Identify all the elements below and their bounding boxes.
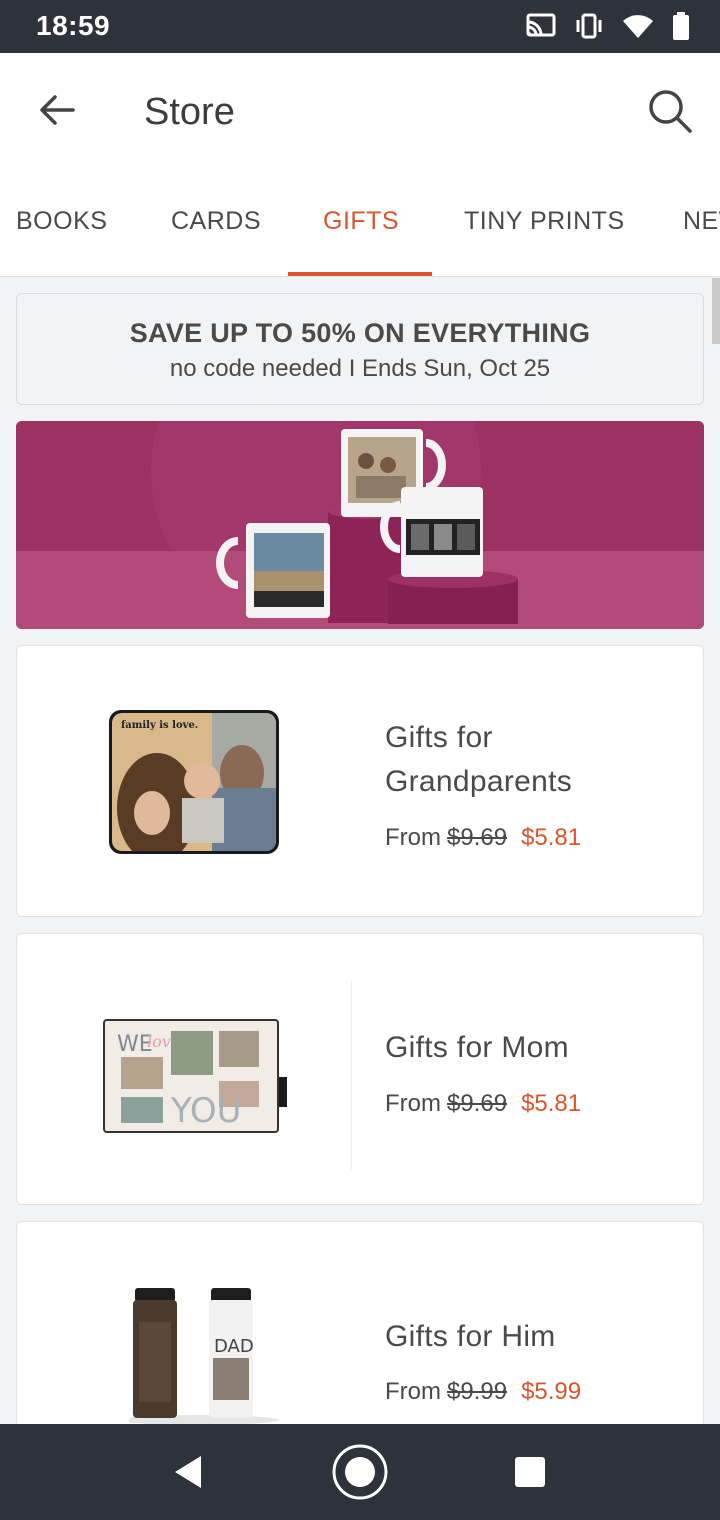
sale-price: $5.81 (521, 1090, 582, 1117)
product-image-him: DAD (119, 1286, 289, 1426)
nav-back-button[interactable] (158, 1442, 218, 1502)
nav-home-button[interactable] (330, 1442, 390, 1502)
product-card-him[interactable]: DAD Gifts for Him From $9.99 $5.99 (16, 1221, 704, 1441)
mugs-illustration (16, 421, 704, 629)
status-bar: 18:59 (0, 0, 720, 53)
nav-home-icon (332, 1444, 388, 1500)
photo-caption: family is love. (121, 720, 199, 731)
tab-new[interactable]: NEW (683, 207, 720, 236)
promo-subline: no code needed I Ends Sun, Oct 25 (169, 355, 551, 382)
product-card-mom[interactable]: WE love YOU Gifts for Mom From $9.69 $5.81 (16, 933, 704, 1205)
sale-price: $5.81 (521, 824, 582, 851)
promo-banner[interactable]: SAVE UP TO 50% ON EVERYTHING no code nee… (16, 293, 704, 405)
tab-tiny-prints[interactable]: TINY PRINTS (464, 207, 625, 236)
app-bar: Store (0, 53, 720, 171)
tab-indicator (288, 272, 432, 276)
wifi-icon (623, 15, 653, 39)
svg-text:YOU: YOU (170, 1091, 242, 1131)
back-button[interactable] (30, 83, 84, 137)
product-name: Gifts for Him (385, 1320, 556, 1353)
nav-recents-icon (515, 1457, 545, 1487)
tab-gifts[interactable]: GIFTS (323, 207, 399, 236)
nav-recents-button[interactable] (500, 1442, 560, 1502)
product-image-grandparents: family is love. (109, 710, 279, 854)
back-arrow-icon (40, 95, 75, 125)
vibrate-icon (576, 13, 602, 39)
system-nav-bar (0, 1424, 720, 1520)
product-name: Gifts for Grandparents (385, 721, 573, 798)
search-button[interactable] (642, 83, 698, 139)
hero-banner-image[interactable] (16, 421, 704, 629)
page-title: Store (144, 91, 235, 133)
battery-icon (673, 12, 689, 40)
old-price: $9.69 (447, 1090, 508, 1117)
status-time: 18:59 (36, 10, 111, 41)
tab-cards[interactable]: CARDS (171, 207, 261, 236)
old-price: $9.69 (447, 824, 508, 851)
product-price: From $9.69 $5.81 (385, 1090, 582, 1117)
sale-price: $5.99 (521, 1378, 582, 1405)
category-tabs: BOOKS CARDS GIFTS TINY PRINTS NEW (0, 171, 720, 277)
old-price: $9.99 (447, 1378, 508, 1405)
product-card-grandparents[interactable]: family is love. Gifts for Grandparents F… (16, 645, 704, 917)
product-price: From $9.69 $5.81 (385, 824, 582, 851)
status-icons (526, 12, 690, 40)
tab-books[interactable]: BOOKS (16, 207, 107, 236)
product-image-mom: WE love YOU (103, 1019, 287, 1134)
product-price: From $9.99 $5.99 (385, 1378, 582, 1405)
search-icon (649, 90, 692, 133)
cast-icon (526, 13, 556, 37)
product-name: Gifts for Mom (385, 1031, 569, 1064)
scrollbar[interactable] (712, 278, 720, 344)
nav-back-icon (175, 1456, 201, 1488)
promo-headline: SAVE UP TO 50% ON EVERYTHING (129, 318, 591, 348)
svg-text:DAD: DAD (214, 1336, 254, 1357)
